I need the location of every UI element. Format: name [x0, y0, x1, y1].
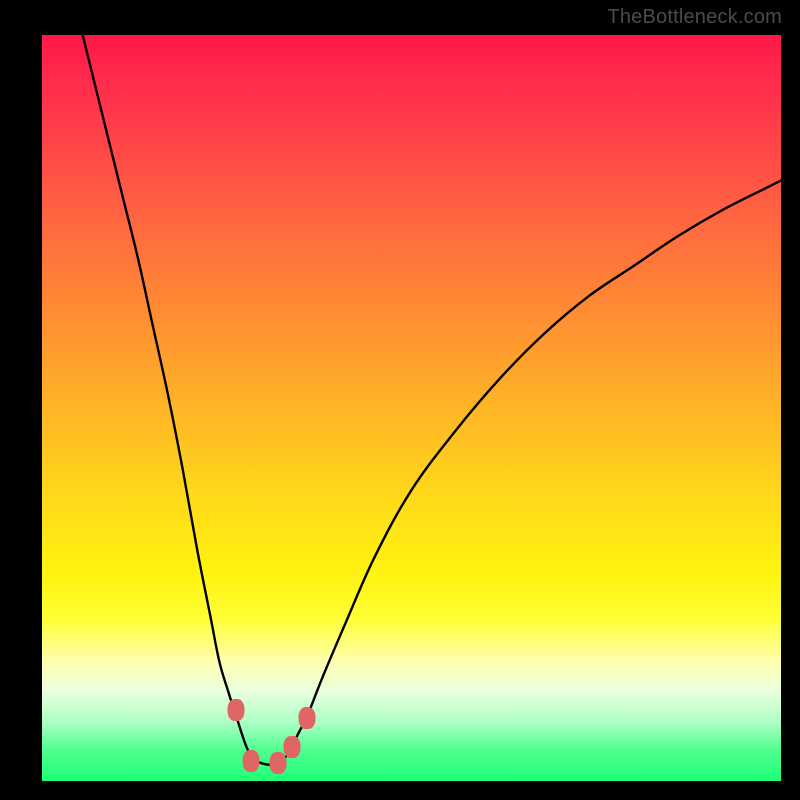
plot-area: [42, 35, 781, 781]
data-marker: [298, 707, 315, 729]
curve-layer: [42, 35, 781, 781]
curve-right-branch: [273, 180, 781, 765]
data-marker: [283, 736, 300, 758]
curve-left-branch: [79, 35, 273, 765]
watermark-text: TheBottleneck.com: [607, 6, 782, 29]
chart-frame: TheBottleneck.com: [0, 0, 800, 800]
data-marker: [269, 752, 286, 774]
data-marker: [243, 750, 260, 772]
data-marker: [227, 699, 244, 721]
